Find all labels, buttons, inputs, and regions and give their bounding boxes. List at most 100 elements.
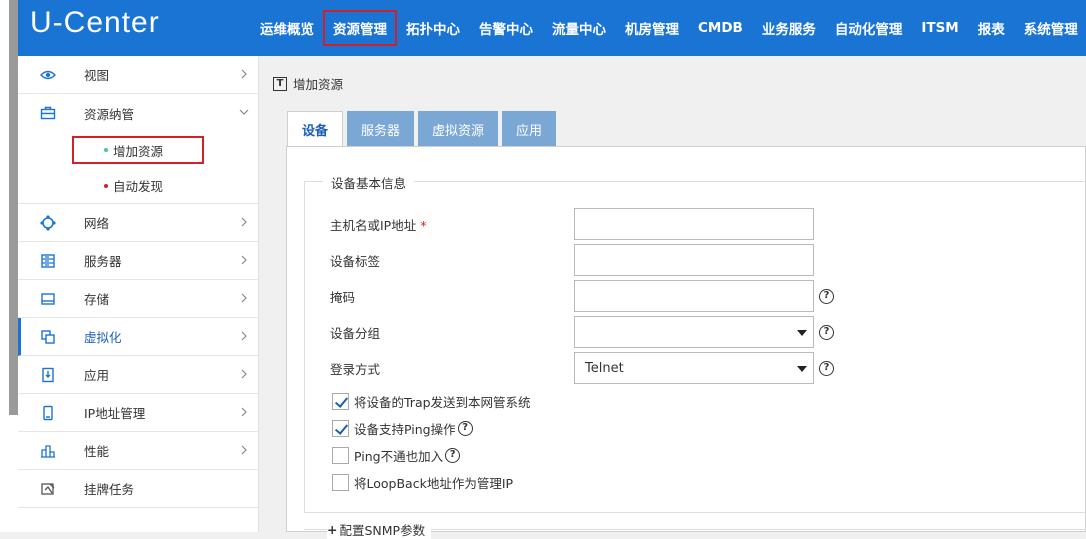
sidebar-subitem-auto-discovery[interactable]: 自动发现 — [18, 168, 258, 204]
checkbox-ping-fail-add[interactable]: Ping不通也加入 ? — [332, 446, 461, 465]
sidebar-item-label: 视图 — [84, 68, 110, 83]
tab-server[interactable]: 服务器 — [347, 111, 415, 147]
eye-icon — [40, 67, 56, 83]
nav-item-resource-management[interactable]: 资源管理 — [323, 10, 397, 46]
mask-input[interactable] — [574, 280, 814, 312]
sidebar-item-application[interactable]: 应用 — [18, 356, 258, 394]
briefcase-icon — [40, 105, 56, 121]
storage-icon — [40, 291, 56, 307]
mobile-icon — [40, 405, 56, 421]
sidebar-item-label: 虚拟化 — [84, 330, 122, 345]
chevron-right-icon — [241, 293, 247, 303]
field-label-mask: 掩码 — [330, 289, 356, 305]
sidebar-item-label: 应用 — [84, 368, 110, 383]
field-label-tag: 设备标签 — [330, 253, 381, 269]
sidebar-item-view[interactable]: 视图 — [18, 56, 258, 94]
help-icon[interactable]: ? — [819, 288, 834, 304]
page-title: 增加资源 — [293, 77, 344, 92]
sidebar-item-virtualization[interactable]: 虚拟化 — [18, 318, 258, 356]
left-edge-strip — [0, 0, 18, 532]
checkbox-label: 将设备的Trap发送到本网管系统 — [354, 395, 531, 410]
nav-item-itsm[interactable]: ITSM — [921, 16, 958, 40]
checkbox-checked[interactable] — [332, 420, 349, 437]
breadcrumb: T 增加资源 — [273, 74, 343, 93]
fieldset-legend: 设备基本信息 — [323, 173, 415, 192]
sidebar-item-performance[interactable]: 性能 — [18, 432, 258, 470]
network-icon — [40, 215, 56, 231]
sidebar-item-resource-onboarding[interactable]: 资源纳管 — [18, 94, 258, 132]
sidebar-item-label: 网络 — [84, 216, 110, 231]
sidebar-item-server[interactable]: 服务器 — [18, 242, 258, 280]
nav-item-report[interactable]: 报表 — [978, 14, 1005, 42]
sidebar-item-label: 服务器 — [84, 254, 122, 269]
field-label-login: 登录方式 — [330, 361, 381, 377]
sidebar-item-label: 挂牌任务 — [84, 482, 135, 497]
plus-icon: + — [327, 522, 338, 537]
chevron-right-icon — [241, 407, 247, 417]
field-label-host: 主机名或IP地址 * — [330, 217, 427, 233]
chevron-right-icon — [241, 69, 247, 79]
field-row-group: 设备分组 ? — [330, 316, 834, 348]
text-icon: T — [273, 76, 287, 91]
field-label-group: 设备分组 — [330, 325, 381, 341]
nav-item-traffic[interactable]: 流量中心 — [552, 14, 606, 42]
checkbox-ping-support[interactable]: 设备支持Ping操作 ? — [332, 419, 473, 438]
nav-item-alarm[interactable]: 告警中心 — [479, 14, 533, 42]
tab-application[interactable]: 应用 — [502, 111, 557, 147]
tab-device[interactable]: 设备 — [287, 111, 344, 147]
field-row-tag: 设备标签 — [330, 244, 814, 276]
sidebar-subitem-add-resource[interactable]: 增加资源 — [18, 132, 258, 168]
chevron-down-icon — [239, 109, 249, 115]
sidebar-subitem-label: 自动发现 — [113, 179, 164, 194]
bullet-dot — [104, 148, 108, 152]
nav-item-topology[interactable]: 拓扑中心 — [406, 14, 460, 42]
tab-panel: 设备基本信息 主机名或IP地址* 设备标签 掩码 ? 设备分组 ? 登录方式 — [286, 146, 1086, 539]
checkbox-trap[interactable]: 将设备的Trap发送到本网管系统 — [332, 392, 531, 411]
resource-tabs: 设备 服务器 虚拟资源 应用 — [287, 111, 560, 147]
snmp-section-toggle[interactable]: + 配置SNMP参数 — [327, 520, 432, 539]
main-content: T 增加资源 设备 服务器 虚拟资源 应用 设备基本信息 主机名或IP地址 * 设… — [259, 56, 1086, 539]
help-icon[interactable]: ? — [819, 324, 834, 340]
checkbox-label: 设备支持Ping操作 — [354, 422, 456, 437]
application-icon — [40, 367, 56, 383]
help-icon[interactable]: ? — [819, 360, 834, 376]
field-row-host: 主机名或IP地址 * — [330, 208, 814, 240]
top-header: U-Center 运维概览 资源管理 拓扑中心 告警中心 流量中心 机房管理 C… — [18, 0, 1086, 56]
nav-item-automation[interactable]: 自动化管理 — [835, 14, 903, 42]
chevron-right-icon — [241, 445, 247, 455]
checkbox-loopback[interactable]: 将LoopBack地址作为管理IP — [332, 473, 513, 492]
sidebar-item-label: 存储 — [84, 292, 110, 307]
sidebar-item-network[interactable]: 网络 — [18, 204, 258, 242]
sidebar: 视图 资源纳管 增加资源 自动发现 网络 服务器 存储 虚拟化 应用 IP地址管… — [18, 56, 259, 532]
checkbox-unchecked[interactable] — [332, 447, 349, 464]
tab-virtual-resource[interactable]: 虚拟资源 — [418, 111, 499, 147]
copy-icon — [40, 329, 56, 345]
scroll-bar[interactable] — [9, 0, 18, 415]
sidebar-item-storage[interactable]: 存储 — [18, 280, 258, 318]
checkbox-checked[interactable] — [332, 393, 349, 410]
login-method-select[interactable]: Telnet — [574, 352, 814, 384]
nav-item-datacenter[interactable]: 机房管理 — [625, 14, 679, 42]
field-row-mask: 掩码 ? — [330, 280, 834, 312]
nav-item-ops-overview[interactable]: 运维概览 — [260, 14, 314, 42]
sidebar-item-tag-task[interactable]: 挂牌任务 — [18, 470, 258, 508]
checkbox-label: 将LoopBack地址作为管理IP — [354, 476, 514, 491]
help-icon[interactable]: ? — [445, 448, 461, 463]
device-group-select[interactable] — [574, 316, 814, 348]
required-mark: * — [420, 217, 427, 233]
help-icon[interactable]: ? — [457, 421, 473, 436]
top-nav: 运维概览 资源管理 拓扑中心 告警中心 流量中心 机房管理 CMDB 业务服务 … — [260, 0, 1086, 56]
app-logo: U-Center — [30, 6, 160, 39]
nav-item-system[interactable]: 系统管理 — [1024, 14, 1078, 42]
sidebar-item-label: IP地址管理 — [84, 406, 146, 421]
dropdown-caret-icon — [797, 330, 807, 336]
nav-item-business-service[interactable]: 业务服务 — [762, 14, 816, 42]
basic-info-fieldset: 设备基本信息 主机名或IP地址* 设备标签 掩码 ? 设备分组 ? 登录方式 — [304, 173, 1086, 513]
chevron-right-icon — [241, 369, 247, 379]
host-ip-input[interactable] — [574, 208, 814, 240]
device-tag-input[interactable] — [574, 244, 814, 276]
sidebar-item-ip-management[interactable]: IP地址管理 — [18, 394, 258, 432]
nav-item-cmdb[interactable]: CMDB — [698, 16, 743, 40]
checkbox-unchecked[interactable] — [332, 474, 349, 491]
chevron-right-icon — [241, 217, 247, 227]
